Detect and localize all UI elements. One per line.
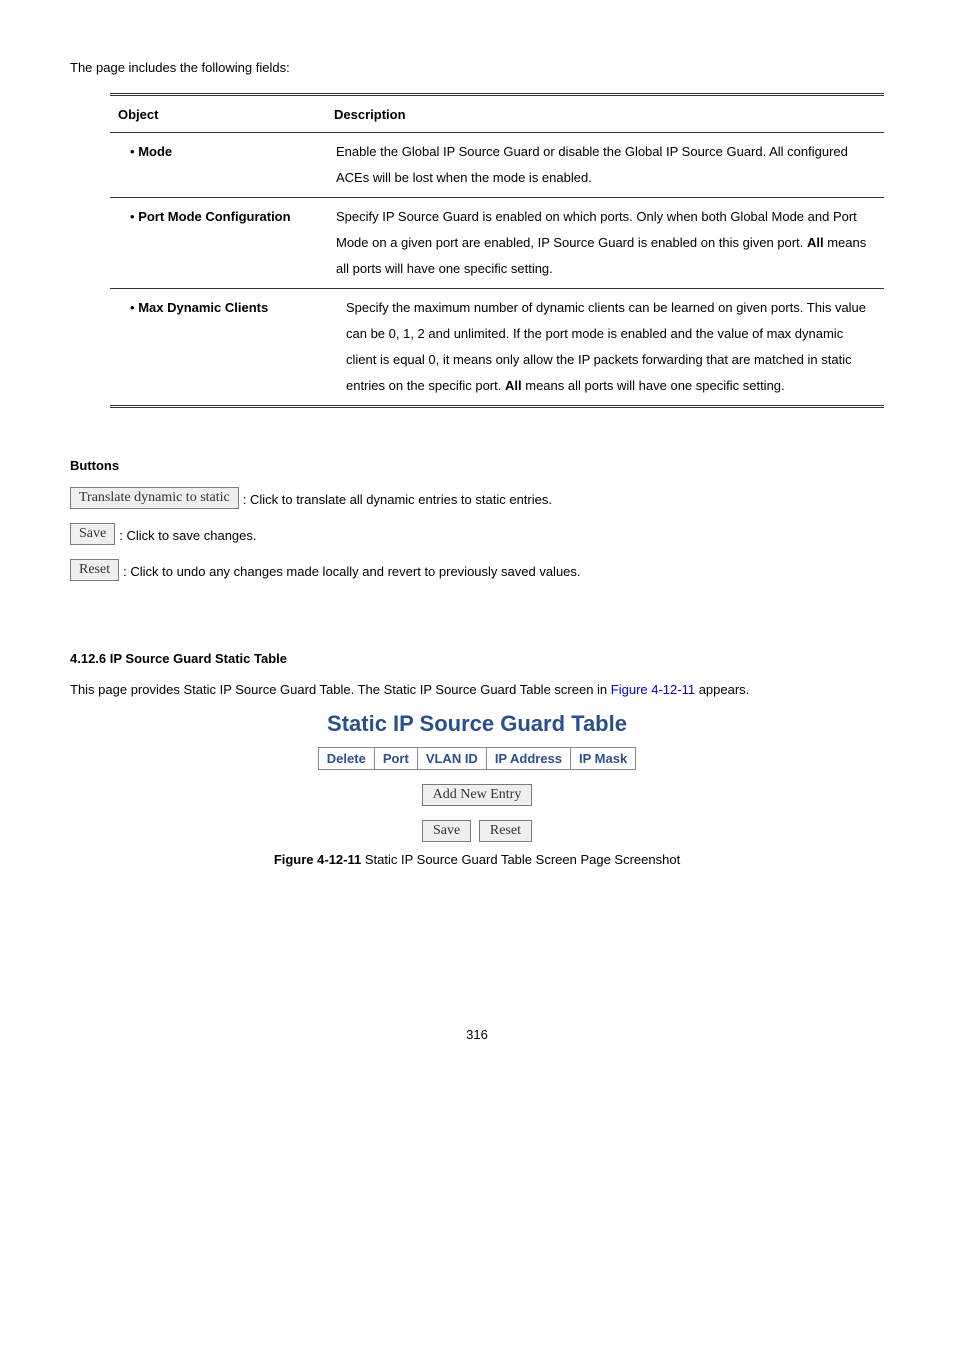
col-mask: IP Mask: [571, 747, 636, 769]
save-desc: : Click to save changes.: [119, 527, 256, 545]
fields-table: Object Description • Mode Enable the Glo…: [110, 93, 884, 408]
bullet-icon: •: [120, 144, 135, 159]
table-row: • Port Mode Configuration Specify IP Sou…: [110, 198, 884, 289]
desc-bold: All: [505, 378, 522, 393]
object-label: Port Mode Configuration: [138, 209, 290, 224]
col-delete: Delete: [318, 747, 374, 769]
section-heading: 4.12.6 IP Source Guard Static Table: [70, 651, 884, 666]
bullet-icon: •: [120, 300, 135, 315]
desc-bold: All: [807, 235, 824, 250]
desc-text: means all ports will have one specific s…: [525, 378, 784, 393]
save-button[interactable]: Save: [70, 523, 115, 545]
section-text-a: This page provides Static IP Source Guar…: [70, 682, 611, 697]
object-label: Max Dynamic Clients: [138, 300, 268, 315]
save-button[interactable]: Save: [422, 820, 471, 842]
add-new-entry-button[interactable]: Add New Entry: [422, 784, 533, 806]
col-object: Object: [110, 95, 326, 133]
translate-button[interactable]: Translate dynamic to static: [70, 487, 239, 509]
col-vlan: VLAN ID: [417, 747, 486, 769]
table-row: • Mode Enable the Global IP Source Guard…: [110, 133, 884, 198]
object-label: Mode: [138, 144, 172, 159]
reset-desc: : Click to undo any changes made locally…: [123, 563, 580, 581]
buttons-heading: Buttons: [70, 458, 884, 473]
desc-text: Enable the Global IP Source Guard or dis…: [336, 144, 848, 185]
static-table-title: Static IP Source Guard Table: [70, 711, 884, 737]
col-port: Port: [374, 747, 417, 769]
bullet-icon: •: [120, 209, 135, 224]
desc-text: Specify IP Source Guard is enabled on wh…: [336, 209, 857, 250]
table-row: • Max Dynamic Clients Specify the maximu…: [110, 289, 884, 407]
intro-text: The page includes the following fields:: [70, 60, 884, 75]
page-number: 316: [70, 1027, 884, 1042]
static-table: Delete Port VLAN ID IP Address IP Mask: [318, 747, 636, 770]
reset-button[interactable]: Reset: [479, 820, 532, 842]
col-ip: IP Address: [486, 747, 570, 769]
figure-link[interactable]: Figure 4-12-11: [611, 682, 695, 697]
figure-caption-text: Static IP Source Guard Table Screen Page…: [361, 852, 680, 867]
reset-button[interactable]: Reset: [70, 559, 119, 581]
section-text: This page provides Static IP Source Guar…: [70, 680, 884, 701]
col-description: Description: [326, 95, 884, 133]
translate-desc: : Click to translate all dynamic entries…: [243, 491, 552, 509]
section-text-b: appears.: [695, 682, 749, 697]
figure-caption-num: Figure 4-12-11: [274, 852, 361, 867]
